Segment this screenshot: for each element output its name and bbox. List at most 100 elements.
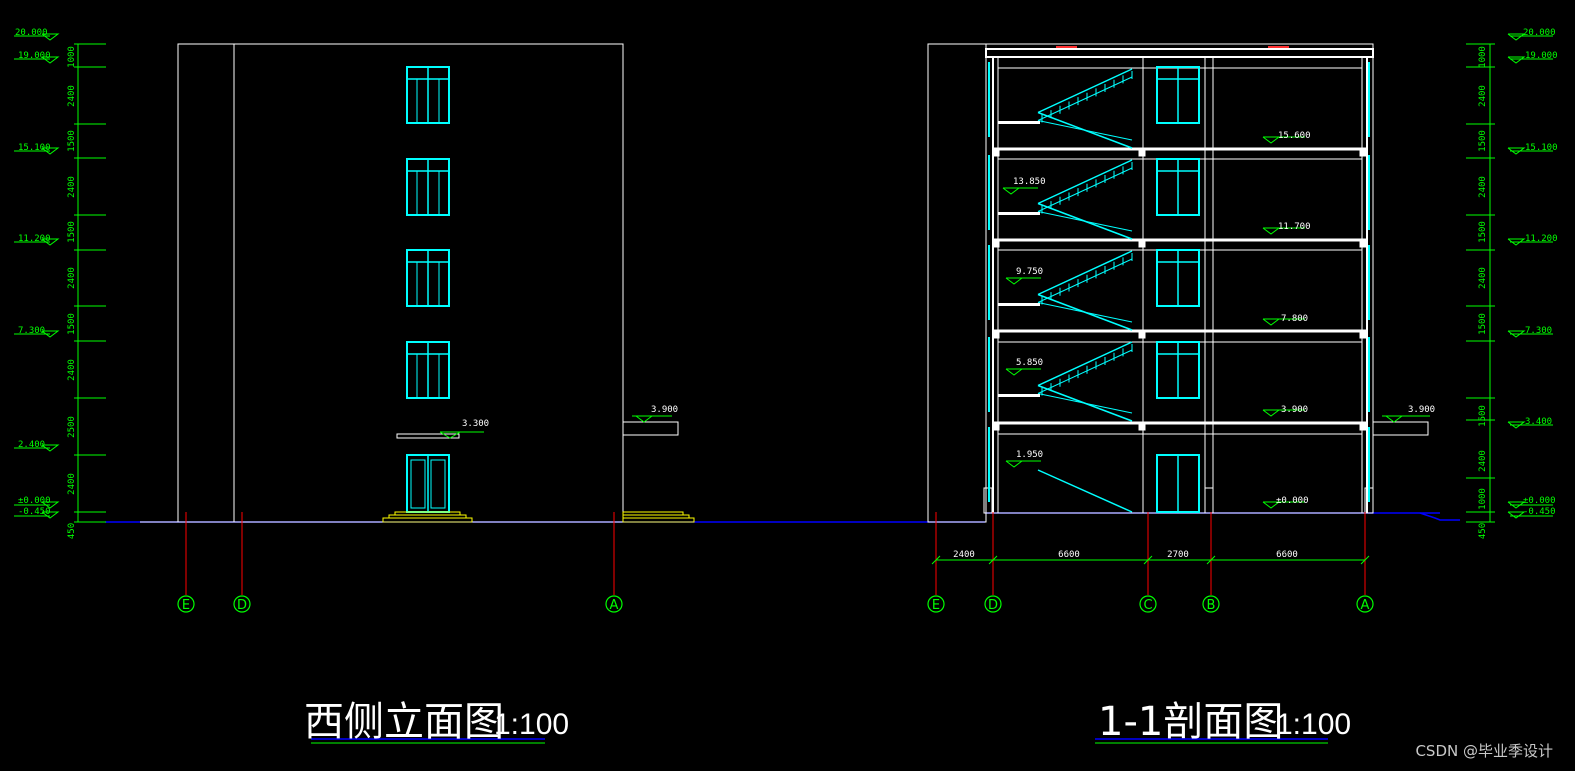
stair-rail xyxy=(1037,349,1133,394)
floor-level-5: ±0.000 xyxy=(1276,496,1309,506)
elevation-title: 西侧立面图 xyxy=(304,699,504,745)
level-symbol xyxy=(1262,318,1280,326)
elevation-scale: 1:100 xyxy=(494,708,569,741)
slab-beam xyxy=(1359,147,1367,157)
left-seg-4: 2400 xyxy=(67,176,77,198)
slab-beam xyxy=(1138,238,1146,248)
axis-marker xyxy=(177,512,195,613)
stair-flight xyxy=(1037,68,1133,114)
window xyxy=(1156,158,1200,216)
right-seg-6: 2400 xyxy=(1478,267,1488,289)
left-level-top: 20.000 xyxy=(15,28,48,38)
elev-axis-label-e: E xyxy=(182,598,190,613)
watermark: CSDN @毕业季设计 xyxy=(1415,742,1553,760)
right-level-7: -0.450 xyxy=(1523,507,1556,517)
right-level-1: 19.000 xyxy=(1525,51,1558,61)
level-symbol xyxy=(1385,415,1403,423)
span-2: 6600 xyxy=(1058,550,1080,560)
right-seg-10: 1000 xyxy=(1478,488,1488,510)
annex-canopy xyxy=(1372,421,1429,436)
slab-beam xyxy=(1359,329,1367,339)
left-seg-3: 1500 xyxy=(67,130,77,152)
building-outline xyxy=(177,43,624,523)
elev-axis-label-a: A xyxy=(610,598,619,613)
axis-marker xyxy=(233,512,251,613)
sec-axis-label-c: C xyxy=(1143,598,1152,613)
right-dimension-segments: 1000 2400 1500 2400 1500 2400 1500 1500 … xyxy=(1478,46,1488,539)
floor-level-4: 3.900 xyxy=(1281,405,1308,415)
sec-axis-label-b: B xyxy=(1207,598,1216,613)
roof-slab xyxy=(985,48,1374,58)
annex-canopy xyxy=(622,421,679,436)
left-seg-5: 1500 xyxy=(67,221,77,243)
left-level-3: 11.200 xyxy=(18,234,51,244)
staircase xyxy=(998,68,1133,513)
stair-flight xyxy=(1037,250,1133,296)
left-elevation-marks: 20.000 19.000 15.100 11.200 7.300 2.400 … xyxy=(15,28,51,517)
slab-beam xyxy=(1138,147,1146,157)
level-symbol xyxy=(1262,227,1280,235)
level-symbol xyxy=(1005,368,1023,376)
right-level-4: 7.300 xyxy=(1525,326,1552,336)
span-4: 6600 xyxy=(1276,550,1298,560)
right-level-top: 20.000 xyxy=(1523,28,1556,38)
axis-marker xyxy=(605,512,623,613)
sec-axis-label-d: D xyxy=(988,598,998,613)
right-seg-11: 450 xyxy=(1478,523,1488,539)
elev-axis-label-d: D xyxy=(237,598,247,613)
elevation-annex-level: 3.900 xyxy=(651,405,678,415)
door-leaf xyxy=(410,459,426,509)
cad-drawing: 20.000 19.000 15.100 11.200 7.300 2.400 … xyxy=(14,28,1558,745)
section-scale: 1:100 xyxy=(1276,708,1351,741)
right-seg-4: 2400 xyxy=(1478,176,1488,198)
stair-flight xyxy=(1037,469,1133,513)
stair-rail xyxy=(1037,258,1133,303)
left-seg-9: 2500 xyxy=(67,416,77,438)
left-level-2: 15.100 xyxy=(18,143,51,153)
left-seg-1: 1000 xyxy=(67,46,77,68)
left-seg-11: 450 xyxy=(67,523,77,539)
stair-rail xyxy=(1037,120,1133,141)
stair-rail xyxy=(1037,393,1133,414)
stair-rail xyxy=(1037,76,1133,121)
window xyxy=(1156,249,1200,307)
stair-flight xyxy=(1037,159,1133,205)
window xyxy=(406,158,450,216)
right-seg-1: 1000 xyxy=(1478,46,1488,68)
window xyxy=(406,341,450,399)
level-symbol xyxy=(1507,511,1526,519)
stair-rail xyxy=(1037,211,1133,232)
floor-level-2: 11.700 xyxy=(1278,222,1311,232)
level-symbol xyxy=(1507,33,1526,41)
left-seg-8: 2400 xyxy=(67,359,77,381)
left-level-5: 2.400 xyxy=(18,440,45,450)
floor-level-1: 15.600 xyxy=(1278,131,1311,141)
stair-annex-outline xyxy=(927,43,987,523)
left-level-1: 19.000 xyxy=(18,51,51,61)
landing-level-2: 9.750 xyxy=(1016,267,1043,277)
sec-axis-label-a: A xyxy=(1361,598,1370,613)
left-seg-10: 2400 xyxy=(67,473,77,495)
right-seg-8: 1500 xyxy=(1478,405,1488,427)
level-symbol xyxy=(1507,56,1526,64)
window xyxy=(1156,341,1200,399)
slab-beam xyxy=(1138,421,1146,431)
left-level-7: -0.450 xyxy=(18,507,51,517)
stair-flight xyxy=(1037,341,1133,387)
level-symbol xyxy=(1002,187,1020,195)
right-level-3: 11.200 xyxy=(1525,234,1558,244)
right-level-6: ±0.000 xyxy=(1523,496,1556,506)
level-symbol xyxy=(1005,460,1023,468)
window xyxy=(1156,66,1200,124)
right-level-5: 3.400 xyxy=(1525,417,1552,427)
static-geometry xyxy=(14,33,1553,744)
entrance-steps xyxy=(382,511,473,523)
slab-beam xyxy=(1138,329,1146,339)
level-symbol xyxy=(635,415,653,423)
left-seg-6: 2400 xyxy=(67,267,77,289)
left-level-6: ±0.000 xyxy=(18,496,51,506)
slab-beam xyxy=(1359,238,1367,248)
stair-rail xyxy=(1037,302,1133,323)
ground-line xyxy=(1419,512,1460,521)
left-dimension-segments: 1000 2400 1500 2400 1500 2400 1500 2400 … xyxy=(67,46,77,539)
